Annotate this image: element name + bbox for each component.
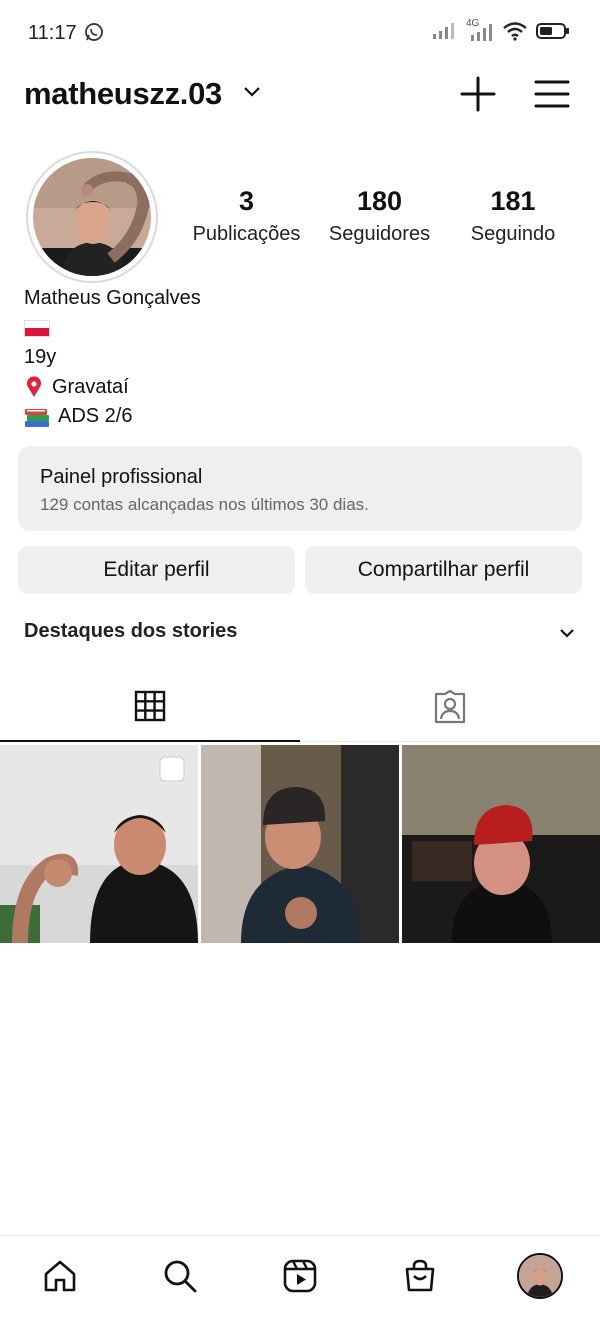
menu-button[interactable] [532, 74, 572, 114]
stat-followers[interactable]: 180 Seguidores [323, 186, 436, 246]
status-time: 11:17 [28, 22, 77, 44]
post-thumbnail[interactable] [402, 745, 600, 943]
stat-posts[interactable]: 3 Publicações [188, 186, 305, 246]
profile-tabs [0, 672, 600, 742]
display-name: Matheus Gonçalves [24, 287, 201, 309]
profile-header: matheuszz.03 [0, 70, 600, 120]
status-bar: 11:17 4G [0, 0, 600, 66]
followers-label: Seguidores [328, 223, 431, 245]
story-highlights[interactable]: Destaques dos stories [24, 620, 579, 650]
new-post-button[interactable] [458, 74, 498, 114]
share-profile-button[interactable]: Compartilhar perfil [305, 546, 582, 594]
pro-panel-title: Painel profissional [40, 466, 203, 488]
whatsapp-icon [85, 23, 103, 41]
professional-dashboard[interactable]: Painel profissional 129 contas alcançada… [18, 446, 582, 531]
reels-icon [283, 1259, 317, 1293]
status-indicators: 4G [432, 18, 570, 42]
avatar [517, 1253, 563, 1299]
bottom-navigation [0, 1235, 600, 1333]
nav-shop[interactable] [396, 1252, 444, 1300]
nav-reels[interactable] [276, 1252, 324, 1300]
tagged-person-icon [434, 690, 466, 724]
bio-course: ADS 2/6 [58, 405, 133, 427]
signal-icon [433, 23, 454, 39]
books-icon [25, 408, 49, 427]
shopping-bag-icon [405, 1259, 435, 1292]
nav-home[interactable] [36, 1252, 84, 1300]
poland-flag-icon [24, 319, 50, 337]
following-count: 181 [490, 186, 536, 216]
edit-profile-button[interactable]: Editar perfil [18, 546, 295, 594]
bio-location: Gravataí [52, 375, 129, 398]
profile-avatar[interactable] [33, 158, 151, 276]
tab-posts-grid[interactable] [0, 672, 300, 742]
chevron-down-icon[interactable] [559, 628, 575, 638]
posts-label: Publicações [192, 223, 301, 245]
stat-following[interactable]: 181 Seguindo [463, 186, 563, 246]
following-label: Seguindo [470, 223, 556, 245]
battery-icon [536, 23, 569, 39]
pro-panel-subtitle: 129 contas alcançadas nos últimos 30 dia… [40, 495, 369, 514]
post-thumbnail[interactable] [201, 745, 399, 943]
bio-age: 19y [24, 346, 57, 368]
followers-count: 180 [356, 186, 403, 216]
nav-search[interactable] [156, 1252, 204, 1300]
signal-4g-icon: 4G [466, 18, 494, 42]
grid-icon [134, 690, 166, 722]
highlights-title: Destaques dos stories [24, 620, 238, 642]
home-icon [44, 1260, 76, 1292]
bio: Matheus Gonçalves 19y Gravataí ADS 2/6 [24, 284, 201, 432]
tab-tagged[interactable] [300, 672, 600, 742]
posts-count: 3 [238, 186, 255, 216]
post-thumbnail[interactable] [0, 745, 198, 943]
wifi-icon [503, 22, 527, 41]
nav-profile[interactable] [516, 1252, 564, 1300]
chevron-down-icon[interactable] [242, 86, 262, 98]
search-icon [164, 1260, 197, 1293]
pin-icon [27, 376, 41, 398]
username[interactable]: matheuszz.03 [24, 76, 222, 112]
